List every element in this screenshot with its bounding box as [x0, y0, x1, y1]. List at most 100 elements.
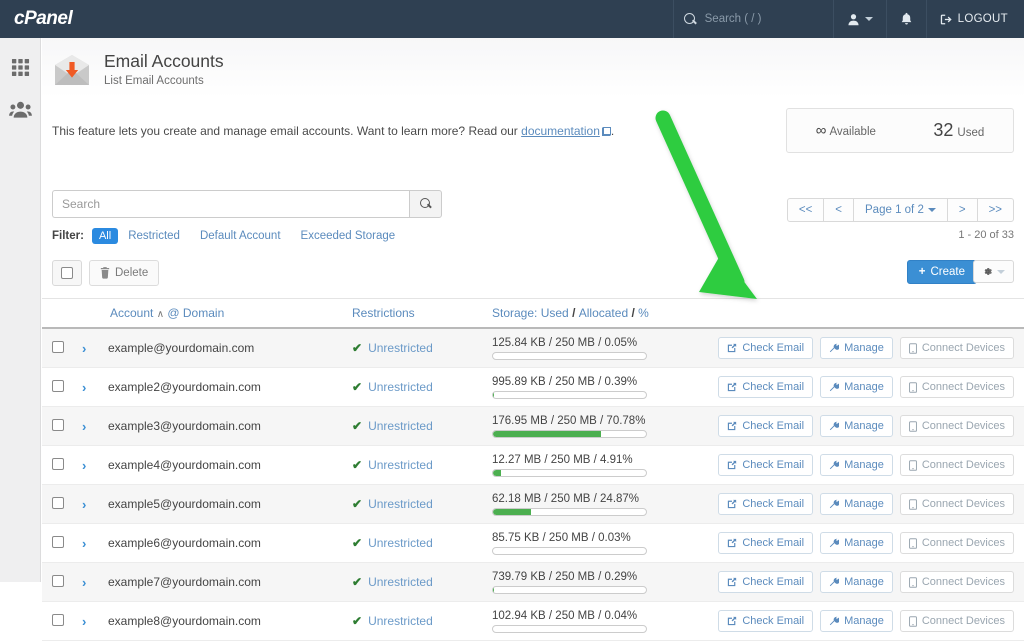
- row-checkbox[interactable]: [52, 419, 82, 434]
- email-address: example7@yourdomain.com: [108, 575, 352, 589]
- restriction-status[interactable]: ✔Unrestricted: [352, 380, 492, 394]
- cpanel-logo[interactable]: cPanel: [0, 8, 110, 30]
- row-expand-toggle[interactable]: ›: [82, 497, 108, 512]
- create-button[interactable]: + Create: [907, 260, 977, 284]
- row-expand-toggle[interactable]: ›: [82, 575, 108, 590]
- row-checkbox[interactable]: [52, 536, 82, 551]
- check-email-button[interactable]: Check Email: [718, 454, 813, 476]
- restriction-status[interactable]: ✔Unrestricted: [352, 458, 492, 472]
- restriction-status[interactable]: ✔Unrestricted: [352, 536, 492, 550]
- connect-devices-button[interactable]: Connect Devices: [900, 454, 1014, 476]
- row-checkbox[interactable]: [52, 497, 82, 512]
- page-title-group: Email Accounts List Email Accounts: [104, 48, 224, 87]
- logout-button[interactable]: LOGOUT: [927, 0, 1024, 38]
- check-email-button[interactable]: Check Email: [718, 415, 813, 437]
- connect-devices-button[interactable]: Connect Devices: [900, 376, 1014, 398]
- quota-available-value: ∞: [816, 122, 826, 139]
- connect-devices-label: Connect Devices: [922, 381, 1005, 393]
- global-search-input[interactable]: [705, 13, 815, 25]
- row-actions: Check Email Manage Connect Devices: [667, 610, 1024, 632]
- connect-devices-button[interactable]: Connect Devices: [900, 532, 1014, 554]
- bell-icon: [900, 12, 913, 26]
- column-header-account[interactable]: Account ∧ @ Domain: [52, 306, 352, 320]
- connect-devices-button[interactable]: Connect Devices: [900, 415, 1014, 437]
- row-checkbox[interactable]: [52, 380, 82, 395]
- check-email-button[interactable]: Check Email: [718, 337, 813, 359]
- restriction-status[interactable]: ✔Unrestricted: [352, 614, 492, 628]
- check-email-label: Check Email: [742, 576, 804, 588]
- row-actions: Check Email Manage Connect Devices: [667, 571, 1024, 593]
- row-expand-toggle[interactable]: ›: [82, 419, 108, 434]
- connect-devices-button[interactable]: Connect Devices: [900, 610, 1014, 632]
- table-row: ›example6@yourdomain.com✔Unrestricted85.…: [42, 524, 1024, 563]
- sidebar-item-user-manager[interactable]: [0, 88, 41, 130]
- check-email-label: Check Email: [742, 342, 804, 354]
- filter-option-all[interactable]: All: [92, 228, 118, 244]
- manage-button[interactable]: Manage: [820, 610, 893, 632]
- storage-progress-fill: [493, 470, 501, 476]
- row-expand-toggle[interactable]: ›: [82, 380, 108, 395]
- pagination-next[interactable]: >: [947, 198, 978, 222]
- pagination-page-select[interactable]: Page 1 of 2: [853, 198, 948, 222]
- check-email-button[interactable]: Check Email: [718, 571, 813, 593]
- user-menu-button[interactable]: [834, 0, 886, 38]
- select-all-checkbox[interactable]: [52, 260, 82, 286]
- manage-button[interactable]: Manage: [820, 376, 893, 398]
- check-email-button[interactable]: Check Email: [718, 493, 813, 515]
- connect-devices-button[interactable]: Connect Devices: [900, 493, 1014, 515]
- check-email-button[interactable]: Check Email: [718, 532, 813, 554]
- pagination-prev[interactable]: <: [823, 198, 854, 222]
- row-checkbox[interactable]: [52, 458, 82, 473]
- row-expand-toggle[interactable]: ›: [82, 458, 108, 473]
- connect-devices-label: Connect Devices: [922, 459, 1005, 471]
- row-expand-toggle[interactable]: ›: [82, 341, 108, 356]
- connect-devices-label: Connect Devices: [922, 576, 1005, 588]
- manage-button[interactable]: Manage: [820, 532, 893, 554]
- connect-devices-button[interactable]: Connect Devices: [900, 571, 1014, 593]
- search-button[interactable]: [409, 190, 442, 218]
- manage-button[interactable]: Manage: [820, 493, 893, 515]
- check-email-button[interactable]: Check Email: [718, 376, 813, 398]
- restriction-status[interactable]: ✔Unrestricted: [352, 575, 492, 589]
- storage-allocated-link[interactable]: Allocated: [579, 306, 628, 320]
- column-header-restrictions[interactable]: Restrictions: [352, 306, 492, 320]
- check-icon: ✔: [352, 497, 362, 511]
- row-expand-toggle[interactable]: ›: [82, 614, 108, 629]
- restriction-status[interactable]: ✔Unrestricted: [352, 341, 492, 355]
- chevron-down-icon: [865, 17, 873, 21]
- settings-button[interactable]: [973, 260, 1014, 283]
- external-link-icon: [727, 460, 737, 470]
- filter-option-exceeded-storage[interactable]: Exceeded Storage: [291, 228, 406, 244]
- restriction-status[interactable]: ✔Unrestricted: [352, 497, 492, 511]
- manage-button[interactable]: Manage: [820, 337, 893, 359]
- manage-button[interactable]: Manage: [820, 571, 893, 593]
- manage-button[interactable]: Manage: [820, 454, 893, 476]
- pagination-last[interactable]: >>: [977, 198, 1014, 222]
- manage-button[interactable]: Manage: [820, 415, 893, 437]
- connect-devices-button[interactable]: Connect Devices: [900, 337, 1014, 359]
- global-search[interactable]: [674, 0, 833, 38]
- email-address: example8@yourdomain.com: [108, 614, 352, 628]
- accounts-search[interactable]: [52, 190, 442, 218]
- filter-option-restricted[interactable]: Restricted: [118, 228, 190, 244]
- search-input[interactable]: [52, 190, 409, 218]
- sidebar-item-apps[interactable]: [0, 46, 41, 88]
- row-checkbox[interactable]: [52, 614, 82, 629]
- row-expand-toggle[interactable]: ›: [82, 536, 108, 551]
- storage-percent-link[interactable]: %: [638, 306, 649, 320]
- check-email-label: Check Email: [742, 615, 804, 627]
- row-checkbox[interactable]: [52, 575, 82, 590]
- storage-used-link[interactable]: Used: [541, 306, 569, 320]
- restriction-status[interactable]: ✔Unrestricted: [352, 419, 492, 433]
- filter-option-default-account[interactable]: Default Account: [190, 228, 291, 244]
- check-email-button[interactable]: Check Email: [718, 610, 813, 632]
- mobile-icon: [909, 538, 917, 549]
- row-actions: Check Email Manage Connect Devices: [667, 493, 1024, 515]
- row-checkbox[interactable]: [52, 341, 82, 356]
- delete-button[interactable]: Delete: [89, 260, 159, 286]
- table-body: ›example@yourdomain.com✔Unrestricted125.…: [42, 329, 1024, 641]
- notifications-button[interactable]: [887, 0, 926, 38]
- pagination-first[interactable]: <<: [787, 198, 824, 222]
- check-icon: ✔: [352, 614, 362, 628]
- documentation-link[interactable]: documentation: [521, 124, 600, 138]
